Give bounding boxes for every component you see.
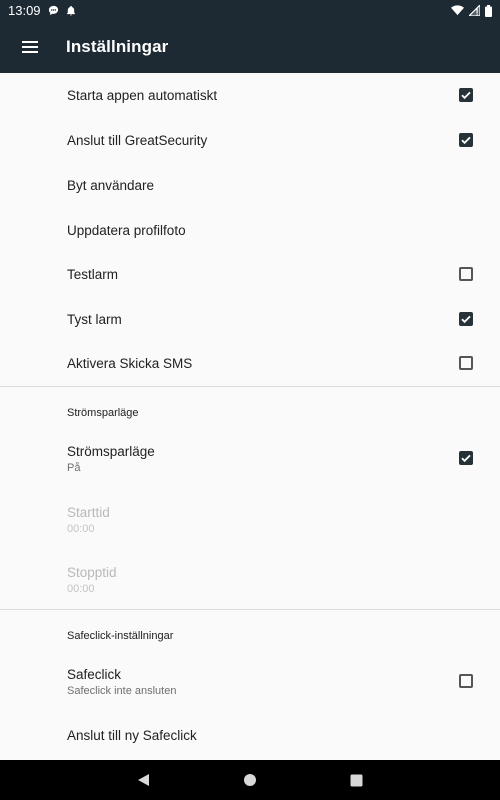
wifi-icon [451, 5, 464, 16]
setting-title: Byt användare [67, 178, 155, 193]
setting-title: Safeclick [67, 667, 122, 682]
setting-power-saving[interactable]: Strömsparläge På [0, 433, 500, 483]
divider [0, 386, 500, 387]
setting-test-alarm[interactable]: Testlarm [0, 252, 500, 297]
setting-enable-send-sms[interactable]: Aktivera Skicka SMS [0, 341, 500, 386]
start-app-checkbox[interactable] [459, 88, 473, 102]
divider [0, 609, 500, 610]
setting-summary: På [67, 462, 81, 474]
setting-connect-new-safeclick[interactable]: Anslut till ny Safeclick [0, 713, 500, 758]
setting-summary: 00:00 [67, 523, 95, 535]
app-bar: Inställningar [0, 21, 500, 73]
home-button[interactable] [242, 772, 258, 788]
recents-square-icon [350, 774, 362, 786]
setting-summary: Safeclick inte ansluten [67, 685, 177, 697]
setting-title: Aktivera Skicka SMS [67, 356, 193, 371]
alarm-bell-icon [66, 5, 76, 16]
status-bar: 13:09 [0, 0, 500, 21]
settings-list: Starta appen automatiskt Anslut till Gre… [0, 73, 500, 760]
silent-alarm-checkbox[interactable] [459, 312, 473, 326]
setting-summary: 00:00 [67, 583, 95, 595]
home-circle-icon [244, 774, 256, 786]
setting-title: Anslut till GreatSecurity [67, 133, 208, 148]
back-triangle-icon [137, 774, 149, 786]
setting-connect-greatsecurity[interactable]: Anslut till GreatSecurity [0, 118, 500, 163]
setting-title: Anslut till ny Safeclick [67, 728, 197, 743]
send-sms-checkbox[interactable] [459, 356, 473, 370]
status-time: 13:09 [8, 3, 41, 18]
recents-button[interactable] [348, 772, 364, 788]
hamburger-menu-icon [22, 41, 38, 53]
setting-title: Strömsparläge [67, 444, 155, 459]
setting-title: Tyst larm [67, 312, 122, 327]
category-safeclick: Safeclick-inställningar [67, 630, 174, 642]
setting-title: Starta appen automatiskt [67, 88, 218, 103]
setting-silent-alarm[interactable]: Tyst larm [0, 297, 500, 342]
setting-start-time: Starttid 00:00 [0, 494, 500, 544]
setting-start-app-automatically[interactable]: Starta appen automatiskt [0, 73, 500, 118]
setting-title: Stopptid [67, 565, 117, 580]
connect-greatsecurity-checkbox[interactable] [459, 133, 473, 147]
navigation-bar [0, 760, 500, 800]
setting-safeclick[interactable]: Safeclick Safeclick inte ansluten [0, 656, 500, 706]
safeclick-checkbox[interactable] [459, 674, 473, 688]
setting-title: Testlarm [67, 267, 119, 282]
test-alarm-checkbox[interactable] [459, 267, 473, 281]
setting-title: Uppdatera profilfoto [67, 223, 186, 238]
back-button[interactable] [135, 772, 151, 788]
page-title: Inställningar [66, 37, 169, 56]
setting-title: Starttid [67, 505, 110, 520]
setting-stop-time: Stopptid 00:00 [0, 554, 500, 604]
setting-update-profile-photo[interactable]: Uppdatera profilfoto [0, 208, 500, 253]
category-power-saving: Strömsparläge [67, 407, 139, 419]
hamburger-menu-button[interactable] [0, 21, 60, 73]
power-saving-checkbox[interactable] [459, 451, 473, 465]
battery-icon [485, 4, 492, 17]
chat-bubble-icon [48, 5, 59, 16]
signal-icon [469, 5, 480, 16]
setting-switch-user[interactable]: Byt användare [0, 163, 500, 208]
